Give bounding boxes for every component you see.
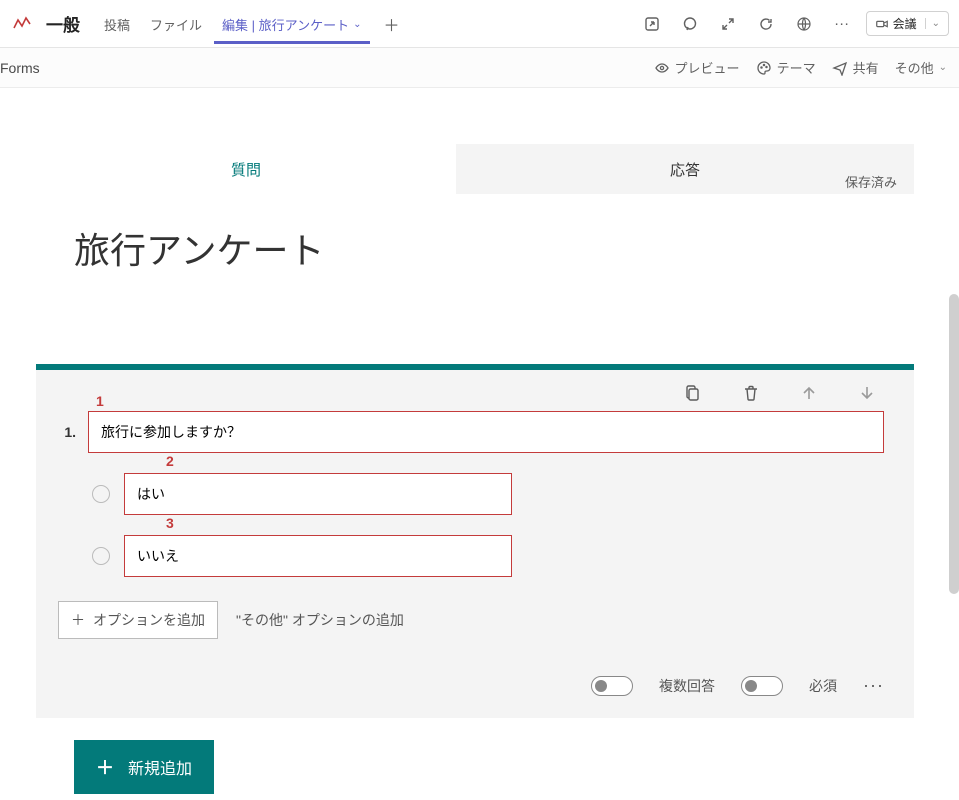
question-number: 1. (58, 424, 76, 440)
theme-button[interactable]: テーマ (756, 58, 816, 77)
preview-label: プレビュー (675, 58, 740, 77)
question-card: 1 1. 2 3 ＋ オプションを追加 (36, 364, 914, 718)
tab-edit-form-label: 編集 | 旅行アンケート (222, 15, 349, 34)
plus-icon: ＋ (96, 754, 114, 780)
add-question-button[interactable]: ＋ 新規追加 (74, 740, 214, 794)
move-down-icon[interactable] (858, 384, 876, 407)
send-icon (832, 60, 848, 76)
tab-files[interactable]: ファイル (142, 3, 210, 44)
add-question-label: 新規追加 (128, 755, 192, 779)
chevron-down-icon: ⌄ (939, 62, 947, 73)
teams-top-right: ··· 会議 ⌄ (638, 10, 949, 38)
other-label: その他 (895, 58, 934, 77)
radio-indicator (92, 485, 110, 503)
annotation-marker-2: 2 (166, 453, 174, 469)
preview-button[interactable]: プレビュー (654, 58, 740, 77)
add-tab-button[interactable]: ＋ (374, 8, 410, 40)
question-toolbar (58, 384, 884, 411)
expand-icon[interactable] (714, 10, 742, 38)
meeting-button-label: 会議 (893, 15, 917, 32)
question-more-icon[interactable]: ··· (863, 675, 884, 696)
option-input-1[interactable] (124, 473, 512, 515)
globe-icon[interactable] (790, 10, 818, 38)
chevron-down-icon[interactable]: ⌄ (925, 18, 940, 29)
required-toggle[interactable] (741, 676, 783, 696)
move-up-icon[interactable] (800, 384, 818, 407)
refresh-icon[interactable] (752, 10, 780, 38)
tab-posts[interactable]: 投稿 (96, 3, 138, 44)
question-add-option-row: ＋ オプションを追加 "その他" オプションの追加 (58, 601, 884, 639)
question-footer: 複数回答 必須 ··· (58, 675, 884, 696)
tab-edit-form[interactable]: 編集 | 旅行アンケート ⌄ (214, 3, 369, 44)
radio-indicator (92, 547, 110, 565)
meeting-button[interactable]: 会議 ⌄ (866, 11, 949, 36)
share-label: 共有 (853, 58, 879, 77)
add-option-label: オプションを追加 (93, 610, 205, 630)
pinned-chart-icon (10, 12, 34, 36)
more-icon[interactable]: ··· (828, 10, 856, 38)
add-other-option-button[interactable]: "その他" オプションの追加 (236, 610, 404, 630)
multi-answer-label: 複数回答 (659, 676, 715, 696)
question-text-row: 1 1. (58, 411, 884, 453)
teams-channel-tabbar: 一般 投稿 ファイル 編集 | 旅行アンケート ⌄ ＋ ··· 会議 ⌄ (0, 0, 959, 48)
share-button[interactable]: 共有 (832, 58, 879, 77)
chevron-down-icon: ⌄ (353, 19, 361, 30)
eye-icon (654, 60, 670, 76)
camera-icon (875, 17, 889, 31)
multi-answer-toggle[interactable] (591, 676, 633, 696)
chat-icon[interactable] (676, 10, 704, 38)
form-tabs: 質問 応答 (36, 144, 914, 194)
vertical-scrollbar[interactable] (949, 294, 959, 594)
option-row-1: 2 (92, 473, 884, 515)
copy-icon[interactable] (684, 384, 702, 407)
forms-app-title: Forms (0, 60, 40, 76)
popout-icon[interactable] (638, 10, 666, 38)
saved-status: 保存済み (845, 172, 897, 191)
option-input-2[interactable] (124, 535, 512, 577)
annotation-marker-1: 1 (96, 393, 104, 409)
teams-tabs: 投稿 ファイル 編集 | 旅行アンケート ⌄ ＋ (96, 3, 410, 44)
theme-label: テーマ (777, 58, 816, 77)
form-title[interactable]: 旅行アンケート (74, 222, 876, 274)
tab-questions[interactable]: 質問 (36, 144, 456, 194)
forms-subbar: Forms プレビュー テーマ 共有 その他 ⌄ (0, 48, 959, 88)
option-row-2: 3 (92, 535, 884, 577)
plus-icon: ＋ (71, 610, 85, 630)
forms-workspace: 保存済み 質問 応答 旅行アンケート (0, 144, 959, 800)
annotation-marker-3: 3 (166, 515, 174, 531)
forms-actions: プレビュー テーマ 共有 その他 ⌄ (654, 58, 947, 77)
palette-icon (756, 60, 772, 76)
trash-icon[interactable] (742, 384, 760, 407)
form-container: 質問 応答 旅行アンケート (36, 144, 914, 800)
question-text-input[interactable] (88, 411, 884, 453)
add-option-button[interactable]: ＋ オプションを追加 (58, 601, 218, 639)
channel-name: 一般 (46, 11, 80, 36)
other-button[interactable]: その他 ⌄ (895, 58, 947, 77)
form-body: 旅行アンケート (36, 194, 914, 800)
required-label: 必須 (809, 676, 837, 696)
